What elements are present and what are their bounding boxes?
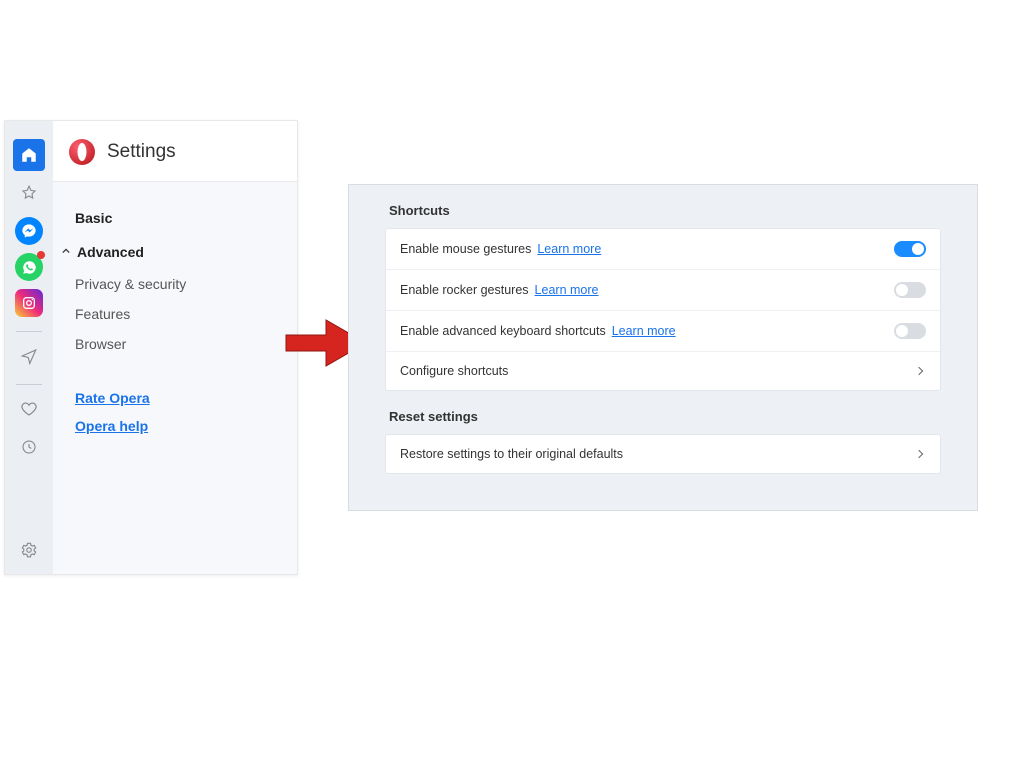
toggle-mouse-gestures[interactable] — [894, 241, 926, 257]
toggle-rocker-gestures[interactable] — [894, 282, 926, 298]
row-configure-shortcuts[interactable]: Configure shortcuts — [386, 352, 940, 390]
row-label: Restore settings to their original defau… — [400, 447, 623, 461]
row-restore-defaults[interactable]: Restore settings to their original defau… — [386, 435, 940, 473]
rate-opera-link[interactable]: Rate Opera — [75, 390, 297, 406]
nav-browser[interactable]: Browser — [75, 336, 297, 352]
opera-help-link[interactable]: Opera help — [75, 418, 297, 434]
messenger-icon[interactable] — [15, 217, 43, 245]
instagram-icon[interactable] — [15, 289, 43, 317]
nav-advanced-label: Advanced — [77, 244, 144, 260]
chevron-right-icon — [915, 367, 923, 375]
row-label: Configure shortcuts — [400, 364, 508, 378]
whatsapp-icon[interactable] — [15, 253, 43, 281]
row-mouse-gestures: Enable mouse gestures Learn more — [386, 229, 940, 270]
history-icon[interactable] — [13, 431, 45, 463]
learn-more-link[interactable]: Learn more — [537, 242, 601, 256]
chevron-right-icon — [915, 450, 923, 458]
row-label: Enable mouse gestures — [400, 242, 531, 256]
learn-more-link[interactable]: Learn more — [535, 283, 599, 297]
rail-divider — [16, 331, 42, 332]
settings-header: Settings — [53, 121, 297, 182]
nav-features[interactable]: Features — [75, 306, 297, 322]
nav-links: Rate Opera Opera help — [75, 390, 297, 434]
section-shortcuts-title: Shortcuts — [389, 203, 959, 218]
shortcuts-card: Enable mouse gestures Learn more Enable … — [385, 228, 941, 391]
settings-nav-panel: Settings Basic Advanced Privacy & securi… — [53, 121, 297, 574]
rail-divider — [16, 384, 42, 385]
heart-icon[interactable] — [13, 393, 45, 425]
settings-nav: Basic Advanced Privacy & security Featur… — [53, 182, 297, 434]
nav-basic[interactable]: Basic — [75, 210, 297, 226]
row-keyboard-shortcuts: Enable advanced keyboard shortcuts Learn… — [386, 311, 940, 352]
bookmarks-icon[interactable] — [13, 177, 45, 209]
opera-logo-icon — [69, 139, 95, 165]
shortcuts-settings-panel: Shortcuts Enable mouse gestures Learn mo… — [348, 184, 978, 511]
speed-dial-icon[interactable] — [13, 139, 45, 171]
settings-gear-icon[interactable] — [13, 534, 45, 566]
reset-card: Restore settings to their original defau… — [385, 434, 941, 474]
sidebar-rail — [5, 121, 53, 574]
send-icon[interactable] — [13, 340, 45, 372]
row-rocker-gestures: Enable rocker gestures Learn more — [386, 270, 940, 311]
settings-window: Settings Basic Advanced Privacy & securi… — [4, 120, 298, 575]
nav-privacy[interactable]: Privacy & security — [75, 276, 297, 292]
toggle-keyboard-shortcuts[interactable] — [894, 323, 926, 339]
row-label: Enable advanced keyboard shortcuts — [400, 324, 606, 338]
section-reset-title: Reset settings — [389, 409, 959, 424]
chevron-up-icon — [61, 247, 71, 257]
row-label: Enable rocker gestures — [400, 283, 529, 297]
learn-more-link[interactable]: Learn more — [612, 324, 676, 338]
nav-advanced[interactable]: Advanced — [61, 244, 297, 260]
page-title: Settings — [107, 141, 176, 163]
